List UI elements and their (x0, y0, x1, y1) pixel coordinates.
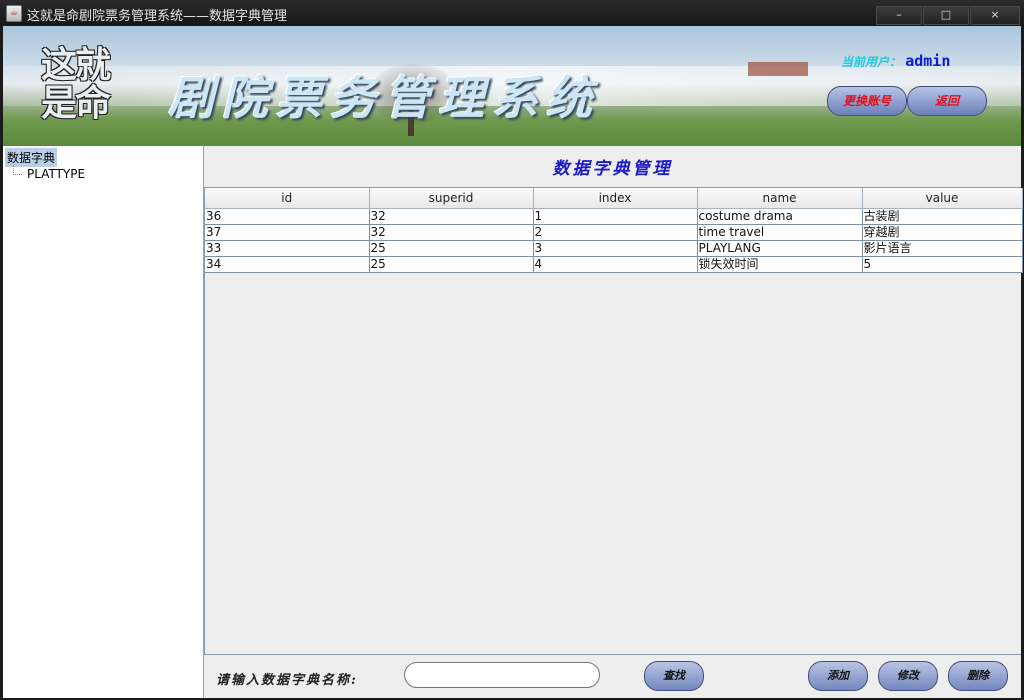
header-banner: 这就是命 剧院票务管理系统 当前用户： admin 更换账号 返回 (3, 26, 1021, 146)
table-cell[interactable]: 穿越剧 (862, 224, 1023, 241)
minimize-button[interactable]: – (876, 6, 922, 25)
table-row[interactable]: 33 25 3 PLAYLANG 影片语言 (205, 240, 1023, 257)
find-button[interactable]: 查找 (644, 661, 704, 691)
table-cell[interactable]: 2 (533, 224, 698, 241)
table-cell[interactable]: 古装剧 (862, 208, 1023, 225)
table-cell[interactable]: 25 (369, 240, 534, 257)
table-cell[interactable]: 34 (205, 256, 370, 273)
tree-connector (13, 165, 22, 175)
delete-button[interactable]: 删除 (948, 661, 1008, 691)
current-user-label: 当前用户： (841, 55, 902, 69)
table-cell[interactable]: 影片语言 (862, 240, 1023, 257)
table-cell[interactable]: 32 (369, 208, 534, 225)
table-row[interactable]: 34 25 4 锁失效时间 5 (205, 256, 1023, 273)
back-button[interactable]: 返回 (907, 86, 987, 116)
table-cell[interactable]: costume drama (697, 208, 863, 225)
table-cell[interactable]: 4 (533, 256, 698, 273)
search-bar: 请输入数据字典名称: 查找 添加 修改 删除 (204, 655, 1021, 698)
table-cell[interactable]: 锁失效时间 (697, 256, 863, 273)
close-button[interactable]: × (970, 6, 1020, 25)
tree-node-plattype[interactable]: PLATTYPE (27, 167, 85, 181)
column-header-name[interactable]: name (697, 188, 863, 209)
table-cell[interactable]: 32 (369, 224, 534, 241)
maximize-button[interactable]: □ (923, 6, 969, 25)
table-row[interactable]: 37 32 2 time travel 穿越剧 (205, 224, 1023, 241)
table-header-row: id superid index name value (205, 188, 1023, 209)
add-button[interactable]: 添加 (808, 661, 868, 691)
current-user: 当前用户： admin (841, 52, 950, 70)
table-cell[interactable]: 3 (533, 240, 698, 257)
table-cell[interactable]: 37 (205, 224, 370, 241)
app-frame: 这就是命 剧院票务管理系统 当前用户： admin 更换账号 返回 数据字典 P… (3, 26, 1023, 698)
table-cell[interactable]: 1 (533, 208, 698, 225)
banner-house (748, 62, 808, 76)
system-logo-title: 剧院票务管理系统 (168, 71, 600, 125)
main-content: 数据字典管理 id superid index name value 36 32… (204, 146, 1023, 698)
java-app-icon: ☕ (6, 5, 22, 22)
column-header-index[interactable]: index (533, 188, 698, 209)
table-row[interactable]: 36 32 1 costume drama 古装剧 (205, 208, 1023, 225)
page-title: 数据字典管理 (552, 159, 673, 179)
switch-account-button[interactable]: 更换账号 (827, 86, 907, 116)
logo-small: 这就是命 (41, 44, 111, 124)
search-label: 请输入数据字典名称: (216, 673, 358, 688)
edit-button[interactable]: 修改 (878, 661, 938, 691)
table-cell[interactable]: 25 (369, 256, 534, 273)
current-username: admin (905, 52, 951, 70)
table-cell[interactable]: 33 (205, 240, 370, 257)
dictionary-table-scrollpane: id superid index name value 36 32 1 cost… (204, 187, 1023, 655)
table-cell[interactable]: time travel (697, 224, 863, 241)
table-cell[interactable]: PLAYLANG (697, 240, 863, 257)
dictionary-table: id superid index name value 36 32 1 cost… (205, 188, 1023, 273)
column-header-id[interactable]: id (205, 188, 370, 209)
table-cell[interactable]: 5 (862, 256, 1023, 273)
column-header-superid[interactable]: superid (369, 188, 534, 209)
column-header-value[interactable]: value (862, 188, 1023, 209)
table-cell[interactable]: 36 (205, 208, 370, 225)
window-title: 这就是命剧院票务管理系统——数据字典管理 (27, 9, 288, 24)
window-titlebar: ☕ 这就是命剧院票务管理系统——数据字典管理 – □ × (0, 0, 1024, 26)
window-controls: – □ × (875, 6, 1020, 25)
search-input[interactable] (404, 662, 600, 688)
dictionary-tree: 数据字典 PLATTYPE (3, 146, 204, 698)
